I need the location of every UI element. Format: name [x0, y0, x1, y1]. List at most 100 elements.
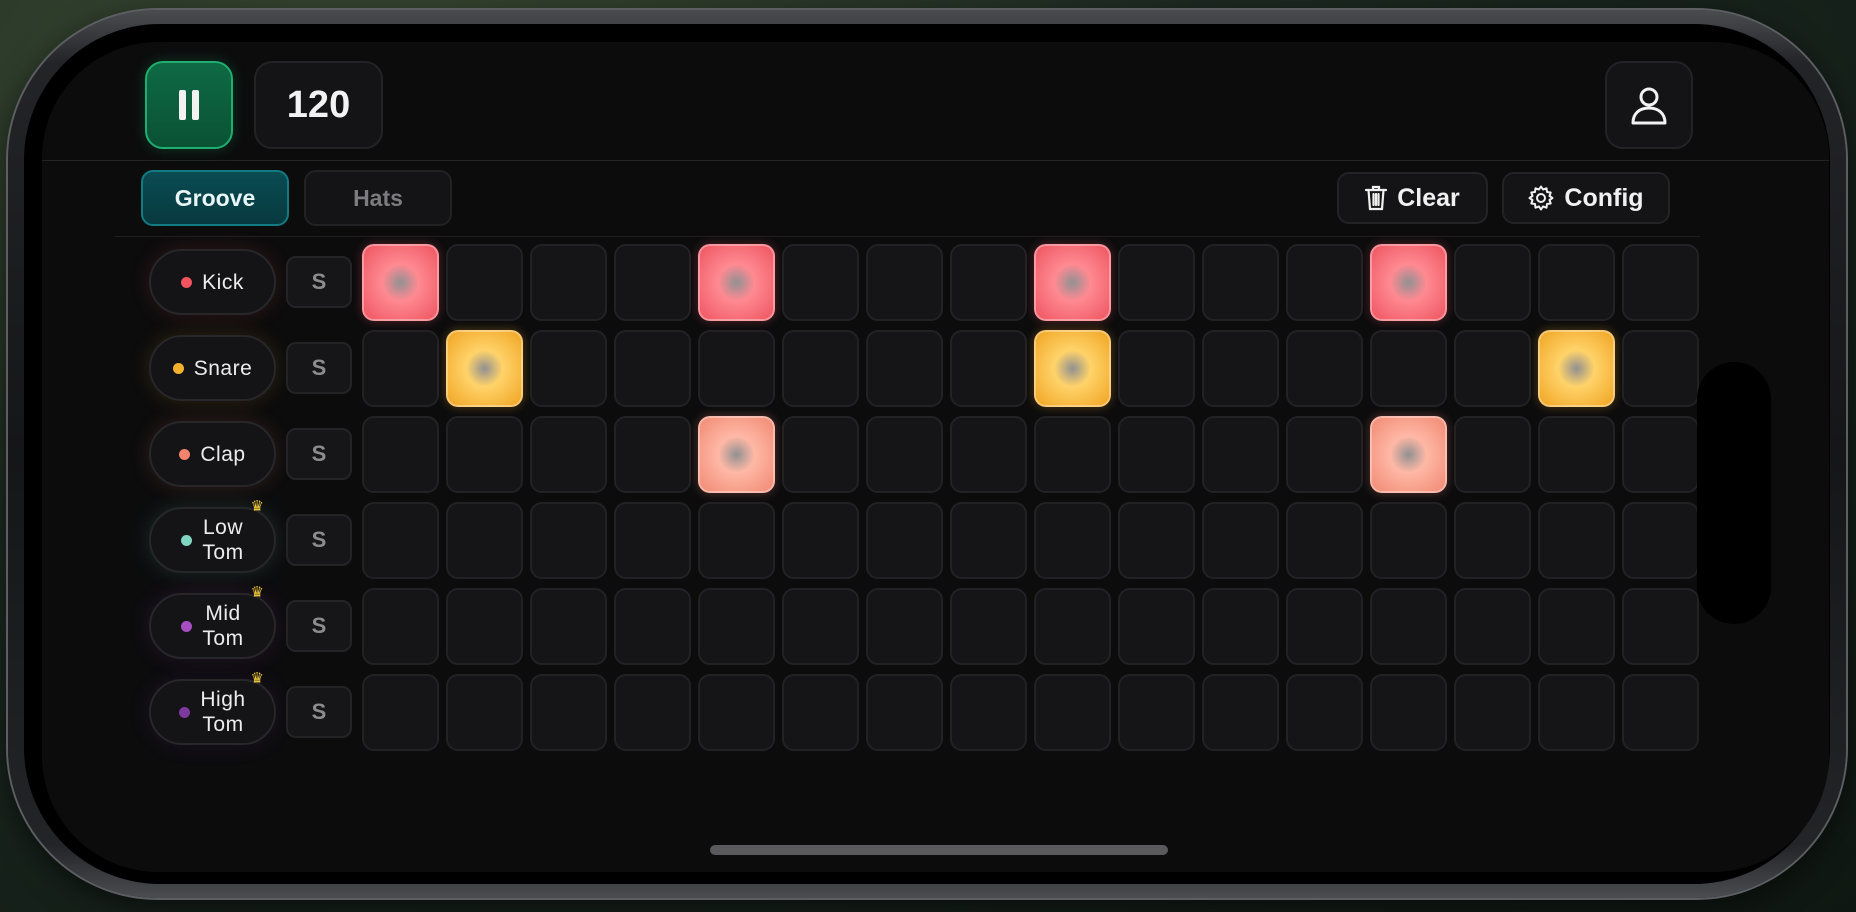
step-pad[interactable] [1370, 330, 1447, 407]
step-pad[interactable] [530, 674, 607, 751]
step-pad[interactable] [1370, 588, 1447, 665]
clear-button[interactable]: Clear [1337, 172, 1488, 224]
step-pad[interactable] [1622, 588, 1699, 665]
step-pad[interactable] [866, 416, 943, 493]
step-pad-active[interactable] [1034, 244, 1111, 321]
step-pad[interactable] [866, 244, 943, 321]
step-pad[interactable] [1622, 502, 1699, 579]
solo-button[interactable]: S [286, 514, 352, 566]
step-pad[interactable] [1622, 416, 1699, 493]
step-pad[interactable] [782, 674, 859, 751]
step-pad[interactable] [950, 330, 1027, 407]
step-pad[interactable] [1286, 330, 1363, 407]
track-label[interactable]: Low Tom ♛ [149, 499, 276, 573]
step-pad[interactable] [1118, 330, 1195, 407]
track-label[interactable]: Clap [149, 421, 276, 487]
step-pad[interactable] [950, 244, 1027, 321]
step-pad[interactable] [1034, 416, 1111, 493]
step-pad[interactable] [446, 244, 523, 321]
step-pad[interactable] [1202, 416, 1279, 493]
step-pad[interactable] [1286, 674, 1363, 751]
solo-button[interactable]: S [286, 342, 352, 394]
step-pad[interactable] [782, 244, 859, 321]
step-pad[interactable] [1622, 330, 1699, 407]
step-pad[interactable] [614, 674, 691, 751]
step-pad[interactable] [530, 588, 607, 665]
step-pad[interactable] [1118, 244, 1195, 321]
step-pad[interactable] [1370, 502, 1447, 579]
step-pad[interactable] [866, 502, 943, 579]
track-label[interactable]: Mid Tom ♛ [149, 585, 276, 659]
step-pad[interactable] [950, 416, 1027, 493]
step-pad[interactable] [362, 502, 439, 579]
step-pad[interactable] [614, 244, 691, 321]
step-pad[interactable] [446, 588, 523, 665]
track-label[interactable]: Snare [149, 335, 276, 401]
step-pad[interactable] [614, 502, 691, 579]
step-pad[interactable] [530, 416, 607, 493]
step-pad-active[interactable] [446, 330, 523, 407]
step-pad[interactable] [698, 674, 775, 751]
step-pad[interactable] [950, 502, 1027, 579]
step-pad[interactable] [1454, 674, 1531, 751]
solo-button[interactable]: S [286, 600, 352, 652]
tab-groove[interactable]: Groove [141, 170, 289, 226]
step-pad[interactable] [782, 330, 859, 407]
tab-hats[interactable]: Hats [304, 170, 452, 226]
step-pad[interactable] [698, 330, 775, 407]
step-pad-active[interactable] [362, 244, 439, 321]
step-pad[interactable] [1538, 502, 1615, 579]
step-pad[interactable] [782, 502, 859, 579]
step-pad[interactable] [1118, 416, 1195, 493]
step-pad[interactable] [1034, 674, 1111, 751]
step-pad[interactable] [782, 588, 859, 665]
solo-button[interactable]: S [286, 428, 352, 480]
step-pad[interactable] [1454, 244, 1531, 321]
step-pad-active[interactable] [698, 244, 775, 321]
track-label[interactable]: Kick [149, 249, 276, 315]
step-pad[interactable] [950, 588, 1027, 665]
profile-button[interactable] [1605, 61, 1693, 149]
tempo-display[interactable]: 120 [254, 61, 383, 149]
step-pad-active[interactable] [1034, 330, 1111, 407]
step-pad[interactable] [1118, 588, 1195, 665]
step-pad[interactable] [1454, 502, 1531, 579]
step-pad[interactable] [698, 588, 775, 665]
step-pad[interactable] [1538, 244, 1615, 321]
solo-button[interactable]: S [286, 256, 352, 308]
step-pad[interactable] [950, 674, 1027, 751]
step-pad[interactable] [1538, 588, 1615, 665]
step-pad[interactable] [866, 674, 943, 751]
step-pad[interactable] [614, 416, 691, 493]
step-pad[interactable] [446, 416, 523, 493]
step-pad[interactable] [1202, 502, 1279, 579]
step-pad[interactable] [1202, 244, 1279, 321]
home-indicator[interactable] [710, 845, 1168, 855]
step-pad-active[interactable] [1370, 244, 1447, 321]
solo-button[interactable]: S [286, 686, 352, 738]
step-pad[interactable] [1454, 330, 1531, 407]
step-pad[interactable] [362, 674, 439, 751]
step-pad[interactable] [530, 244, 607, 321]
step-pad[interactable] [1538, 674, 1615, 751]
step-pad[interactable] [698, 502, 775, 579]
step-pad[interactable] [782, 416, 859, 493]
step-pad[interactable] [1622, 244, 1699, 321]
step-pad[interactable] [530, 502, 607, 579]
config-button[interactable]: Config [1502, 172, 1670, 224]
step-pad[interactable] [1286, 502, 1363, 579]
step-pad[interactable] [1118, 502, 1195, 579]
step-pad-active[interactable] [698, 416, 775, 493]
step-pad[interactable] [362, 588, 439, 665]
step-pad[interactable] [1538, 416, 1615, 493]
step-pad[interactable] [1622, 674, 1699, 751]
pause-button[interactable] [145, 61, 233, 149]
step-pad-active[interactable] [1370, 416, 1447, 493]
step-pad[interactable] [1454, 588, 1531, 665]
step-pad[interactable] [362, 330, 439, 407]
step-pad[interactable] [446, 674, 523, 751]
step-pad[interactable] [614, 588, 691, 665]
step-pad[interactable] [866, 588, 943, 665]
step-pad[interactable] [1034, 502, 1111, 579]
step-pad[interactable] [530, 330, 607, 407]
